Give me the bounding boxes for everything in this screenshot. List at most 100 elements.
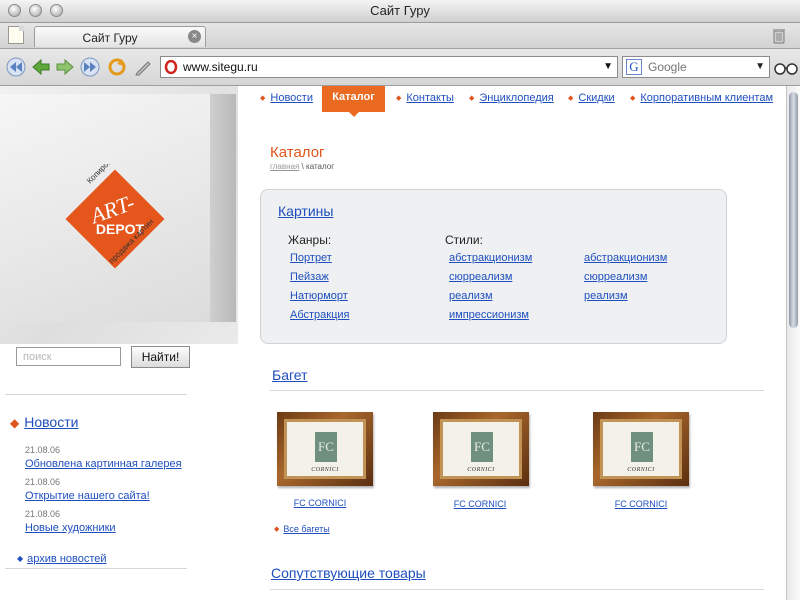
google-icon[interactable]: G bbox=[626, 59, 642, 75]
news-heading-link[interactable]: Новости bbox=[24, 414, 78, 430]
trash-icon[interactable] bbox=[772, 27, 786, 44]
url-dropdown-icon[interactable]: ▼ bbox=[603, 61, 613, 72]
all-baget-link[interactable]: Все багеты bbox=[283, 524, 329, 534]
genre-link[interactable]: Натюрморт bbox=[290, 290, 350, 309]
site-favicon-icon bbox=[164, 60, 178, 74]
reader-glasses-icon[interactable] bbox=[774, 61, 798, 75]
search-engine-box[interactable]: G ▼ bbox=[622, 56, 770, 78]
close-tab-icon[interactable]: × bbox=[188, 30, 201, 43]
product-link[interactable]: FC CORNICI bbox=[420, 499, 540, 509]
style-link[interactable]: сюрреализм bbox=[584, 271, 667, 290]
divider bbox=[270, 589, 764, 590]
product-brand: CORNICI bbox=[627, 467, 655, 473]
window-titlebar: Сайт Гуру bbox=[0, 0, 800, 23]
breadcrumb-separator: \ bbox=[301, 162, 304, 171]
menu-bullet-icon: ◆ bbox=[469, 95, 475, 102]
menu-link-discounts[interactable]: Скидки bbox=[578, 92, 614, 104]
page-title: Каталог bbox=[270, 144, 325, 161]
menu-item-contacts: ◆ Контакты bbox=[396, 92, 454, 104]
window-title: Сайт Гуру bbox=[370, 3, 430, 18]
orange-bullet-icon: ◆ bbox=[274, 526, 280, 533]
related-title-link[interactable]: Сопутствующие товары bbox=[271, 565, 426, 581]
style-link[interactable]: реализм bbox=[449, 290, 532, 309]
vertical-scrollbar[interactable] bbox=[786, 86, 800, 600]
menu-item-catalog-active[interactable]: Каталог bbox=[322, 86, 385, 117]
reload-icon[interactable] bbox=[107, 57, 127, 77]
product-image[interactable]: FC CORNICI bbox=[277, 412, 373, 486]
menu-link-corporate[interactable]: Корпоративным клиентам bbox=[640, 92, 773, 104]
news-heading: ◆ Новости bbox=[10, 414, 78, 430]
divider bbox=[5, 568, 187, 569]
style-link[interactable]: сюрреализм bbox=[449, 271, 532, 290]
search-engine-input[interactable] bbox=[648, 59, 748, 75]
news-date: 21.08.06 bbox=[25, 509, 61, 519]
breadcrumb-current: каталог bbox=[306, 162, 335, 171]
genres-list: Портрет Пейзаж Натюрморт Абстракция bbox=[290, 252, 350, 328]
product-logo: FC bbox=[631, 432, 653, 462]
news-item: 21.08.06 Новые художники bbox=[25, 509, 225, 541]
styles-list-1: абстракционизм сюрреализм реализм импрес… bbox=[449, 252, 532, 328]
styles-list-2: абстракционизм сюрреализм реализм bbox=[584, 252, 667, 309]
product-link[interactable]: FC CORNICI bbox=[581, 499, 701, 509]
news-item: 21.08.06 Обновлена картинная галерея bbox=[25, 445, 225, 477]
style-link[interactable]: реализм bbox=[584, 290, 667, 309]
new-tab-icon[interactable] bbox=[8, 26, 24, 44]
menu-link-news[interactable]: Новости bbox=[270, 92, 313, 104]
site-search-input[interactable] bbox=[16, 347, 121, 366]
edit-pencil-icon[interactable] bbox=[133, 57, 153, 77]
news-link[interactable]: Открытие нашего сайта! bbox=[25, 490, 225, 502]
news-date: 21.08.06 bbox=[25, 445, 61, 455]
back-icon[interactable] bbox=[31, 57, 51, 77]
news-link[interactable]: Новые художники bbox=[25, 522, 225, 534]
menu-bullet-icon: ◆ bbox=[568, 95, 574, 102]
menu-link-encyclopedia[interactable]: Энциклопедия bbox=[479, 92, 553, 104]
header-logo-area: ART- DEPOT Копирование и продажа картин bbox=[0, 86, 238, 344]
search-dropdown-icon[interactable]: ▼ bbox=[755, 61, 765, 72]
menu-item-encyclopedia: ◆ Энциклопедия bbox=[469, 92, 554, 104]
divider bbox=[270, 390, 764, 391]
news-item: 21.08.06 Открытие нашего сайта! bbox=[25, 477, 225, 509]
paintings-title-link[interactable]: Картины bbox=[278, 203, 333, 219]
art-depot-logo[interactable]: ART- DEPOT Копирование и продажа картин bbox=[60, 164, 170, 274]
breadcrumb: главная \ каталог bbox=[270, 162, 334, 171]
product-image[interactable]: FC CORNICI bbox=[593, 412, 689, 486]
menu-item-news: ◆ Новости bbox=[260, 92, 313, 104]
url-input[interactable] bbox=[183, 59, 583, 75]
tab-current[interactable]: Сайт Гуру × bbox=[34, 26, 206, 47]
genres-heading: Жанры: bbox=[288, 233, 332, 247]
fast-forward-icon[interactable] bbox=[80, 57, 100, 77]
address-bar[interactable]: ▼ bbox=[160, 56, 618, 78]
product-brand: CORNICI bbox=[311, 467, 339, 473]
genre-link[interactable]: Портрет bbox=[290, 252, 350, 271]
menu-bullet-icon: ◆ bbox=[630, 95, 636, 102]
product-link[interactable]: FC CORNICI bbox=[260, 498, 380, 508]
news-link[interactable]: Обновлена картинная галерея bbox=[25, 458, 225, 470]
paintings-panel: Картины Жанры: Портрет Пейзаж Натюрморт … bbox=[260, 189, 727, 344]
style-link[interactable]: абстракционизм bbox=[584, 252, 667, 271]
scrollbar-thumb[interactable] bbox=[789, 92, 798, 328]
style-link[interactable]: импрессионизм bbox=[449, 309, 532, 328]
divider bbox=[5, 394, 187, 395]
menu-link-contacts[interactable]: Контакты bbox=[406, 92, 454, 104]
forward-icon[interactable] bbox=[55, 57, 75, 77]
tab-bar: Сайт Гуру × bbox=[0, 23, 800, 49]
menu-item-discounts: ◆ Скидки bbox=[568, 92, 615, 104]
product-image[interactable]: FC CORNICI bbox=[433, 412, 529, 486]
browser-toolbar: ▼ G ▼ bbox=[0, 49, 800, 86]
breadcrumb-home[interactable]: главная bbox=[270, 162, 299, 171]
style-link[interactable]: абстракционизм bbox=[449, 252, 532, 271]
orange-diamond-icon: ◆ bbox=[10, 416, 20, 430]
product-logo: FC bbox=[315, 432, 337, 462]
blue-diamond-icon: ◆ bbox=[17, 554, 24, 563]
rewind-icon[interactable] bbox=[6, 57, 26, 77]
news-list: 21.08.06 Обновлена картинная галерея 21.… bbox=[25, 445, 225, 541]
web-page: ART- DEPOT Копирование и продажа картин … bbox=[0, 86, 786, 600]
news-archive-link[interactable]: архив новостей bbox=[27, 553, 106, 565]
site-search-button[interactable]: Найти! bbox=[131, 346, 190, 368]
baget-title-link[interactable]: Багет bbox=[272, 367, 308, 383]
genre-link[interactable]: Пейзаж bbox=[290, 271, 350, 290]
all-baget: ◆ Все багеты bbox=[274, 524, 330, 534]
genre-link[interactable]: Абстракция bbox=[290, 309, 350, 328]
menu-bullet-icon: ◆ bbox=[396, 95, 402, 102]
product-logo: FC bbox=[471, 432, 493, 462]
